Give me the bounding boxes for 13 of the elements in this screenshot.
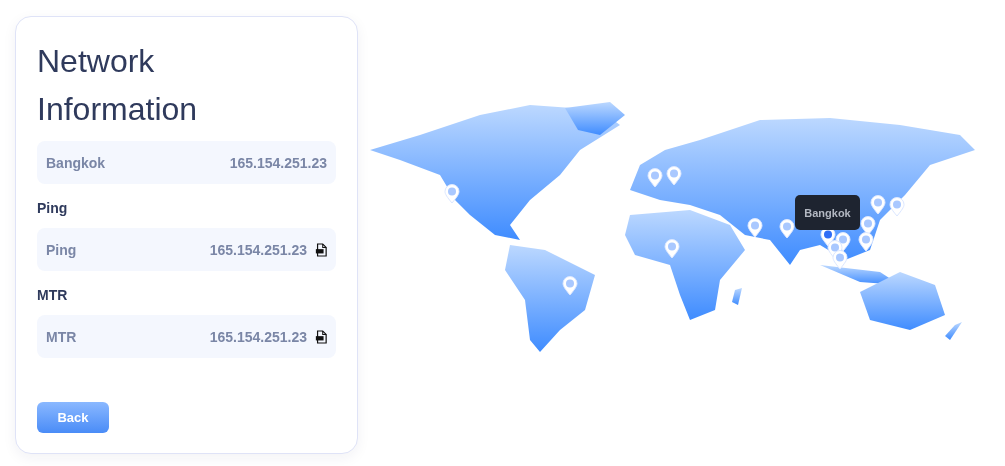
row-label: MTR — [46, 328, 77, 345]
page-title: Network Information — [37, 42, 199, 129]
row-label: Ping — [46, 241, 77, 258]
section-heading: Ping — [37, 200, 69, 216]
section-heading: MTR — [37, 287, 69, 303]
pdf-file-icon[interactable] — [315, 329, 327, 344]
back-button[interactable]: Back — [37, 402, 109, 433]
location-name: Bangkok — [46, 154, 106, 171]
ip-address: 165.154.251.23 — [209, 328, 307, 345]
pdf-file-icon[interactable] — [315, 242, 327, 257]
ip-address: 165.154.251.23 — [229, 154, 327, 171]
ip-address: 165.154.251.23 — [209, 241, 307, 258]
location-tooltip: Bangkok — [795, 195, 860, 230]
